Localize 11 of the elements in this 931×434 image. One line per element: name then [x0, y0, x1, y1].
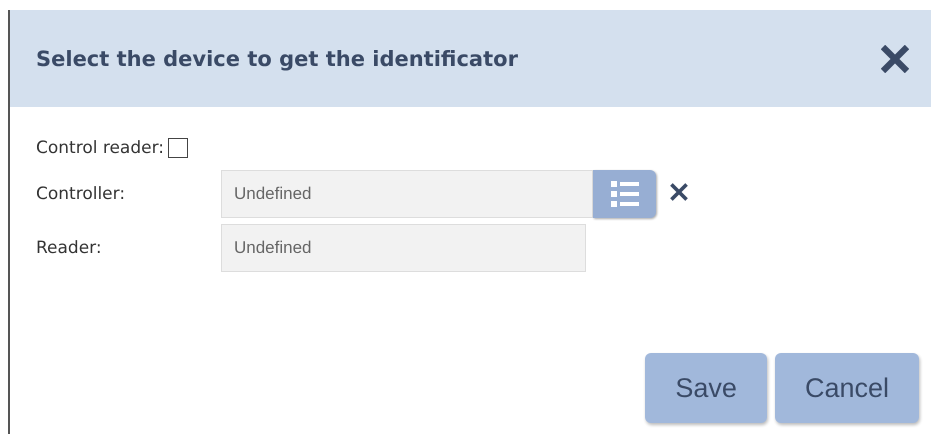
field-label: Control reader:: [36, 138, 164, 158]
close-icon[interactable]: [881, 44, 909, 72]
dialog-button[interactable]: Cancel: [774, 353, 919, 423]
dialog-title: Select the device to get the identificator: [36, 46, 518, 70]
field-label: Controller:: [36, 184, 126, 204]
field-label: Reader:: [36, 238, 103, 258]
clear-icon[interactable]: [670, 183, 688, 201]
input-field[interactable]: Undefined: [221, 224, 586, 272]
checkbox[interactable]: [168, 138, 188, 158]
input-field[interactable]: Undefined: [221, 170, 593, 218]
dialog-button[interactable]: Save: [645, 353, 767, 423]
